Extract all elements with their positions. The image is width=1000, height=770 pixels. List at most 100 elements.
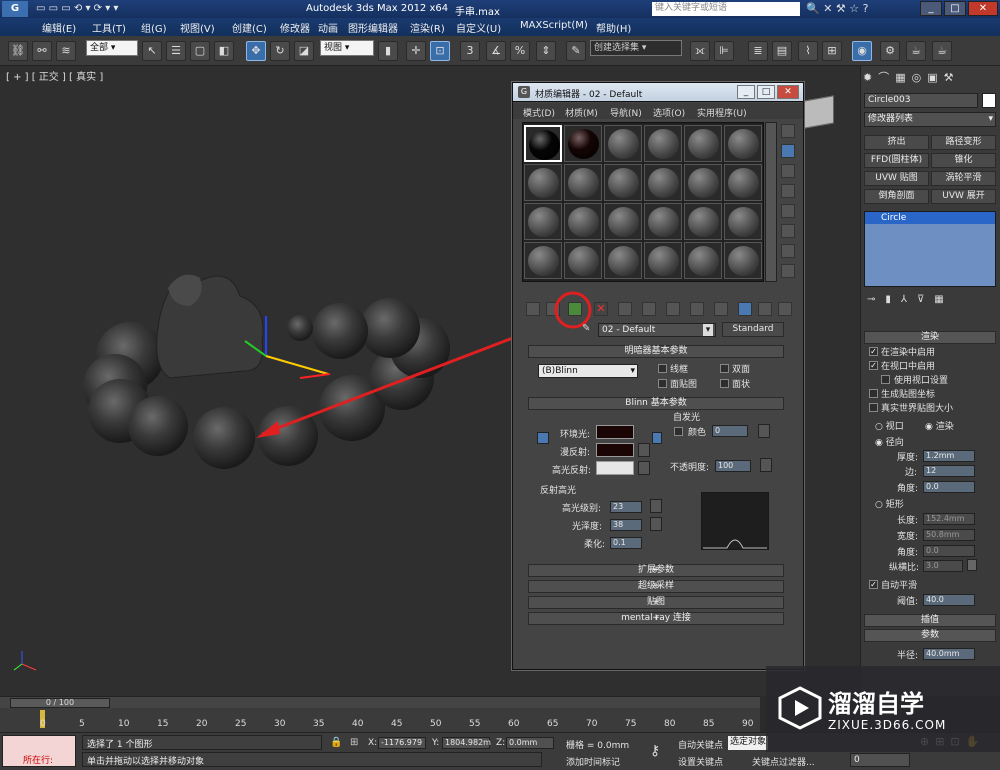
- sample-slot-16[interactable]: [644, 203, 682, 240]
- percent-snap-icon[interactable]: %: [510, 41, 530, 61]
- material-type-button[interactable]: Standard: [722, 322, 784, 337]
- mirror-icon[interactable]: ⟗: [690, 41, 710, 61]
- schematic-view-icon[interactable]: ⊞: [822, 41, 842, 61]
- key-icon[interactable]: ⚷: [650, 743, 660, 759]
- sample-slot-1[interactable]: [524, 125, 562, 162]
- lock-selection-icon[interactable]: 🔒: [330, 737, 342, 748]
- viewcube-icon[interactable]: [804, 95, 834, 129]
- add-time-tag-label[interactable]: 添加时间标记: [566, 755, 620, 768]
- two-sided-checkbox[interactable]: [720, 364, 729, 373]
- sample-slot-2[interactable]: [564, 125, 602, 162]
- app-logo-icon[interactable]: G: [2, 1, 28, 17]
- menu-help[interactable]: 帮助(H): [596, 20, 631, 35]
- sample-slot-15[interactable]: [604, 203, 642, 240]
- radius-spinner[interactable]: 40.0mm: [923, 648, 975, 660]
- rollout-supersampling[interactable]: + 超级采样: [528, 580, 784, 593]
- spec-level-map-button[interactable]: [650, 499, 662, 513]
- command-panel-tabs[interactable]: ✹⌒▦◎▣⚒: [863, 69, 997, 87]
- put-to-library-icon[interactable]: [642, 302, 656, 316]
- menu-modifiers[interactable]: 修改器: [280, 20, 310, 35]
- time-slider-thumb[interactable]: 0 / 100: [10, 698, 110, 708]
- rollout-extended-params[interactable]: + 扩展参数: [528, 564, 784, 577]
- ambient-swatch[interactable]: [596, 425, 634, 439]
- soften-spinner[interactable]: 0.1: [610, 537, 642, 549]
- sample-slot-22[interactable]: [644, 242, 682, 279]
- x-coord-field[interactable]: -1176.979: [378, 737, 426, 749]
- pivot-icon[interactable]: ▮: [378, 41, 398, 61]
- go-sibling-icon[interactable]: [758, 302, 772, 316]
- modifier-ffd-button[interactable]: FFD(圆柱体): [864, 153, 929, 168]
- go-forward-icon[interactable]: [778, 302, 792, 316]
- rotate-icon[interactable]: ↻: [270, 41, 290, 61]
- material-editor-icon[interactable]: ◉: [852, 41, 872, 61]
- modifier-extrude-button[interactable]: 挤出: [864, 135, 929, 150]
- real-world-mapping-checkbox[interactable]: [869, 403, 878, 412]
- spec-level-spinner[interactable]: 23: [610, 501, 642, 513]
- angle-spinner[interactable]: 0.0: [923, 481, 975, 493]
- sample-slot-17[interactable]: [684, 203, 722, 240]
- eyedropper-icon[interactable]: ✎: [582, 323, 594, 335]
- bind-space-warp-icon[interactable]: ≋: [56, 41, 76, 61]
- thickness-spinner[interactable]: 1.2mm: [923, 450, 975, 462]
- link-icon[interactable]: ⛓: [8, 41, 28, 61]
- sample-slot-9[interactable]: [604, 164, 642, 201]
- menu-edit[interactable]: 编辑(E): [42, 20, 76, 35]
- scale-icon[interactable]: ◪: [294, 41, 314, 61]
- graphite-icon[interactable]: ▤: [772, 41, 792, 61]
- specular-map-button[interactable]: [638, 461, 650, 475]
- sample-slot-19[interactable]: [524, 242, 562, 279]
- width-spinner[interactable]: 50.8mm: [923, 529, 975, 541]
- key-mode-dropdown[interactable]: 选定对象: [728, 736, 768, 750]
- make-unique-icon[interactable]: [618, 302, 632, 316]
- close-button[interactable]: ✕: [968, 1, 998, 16]
- minimize-button[interactable]: _: [920, 1, 942, 16]
- sample-slot-14[interactable]: [564, 203, 602, 240]
- select-object-icon[interactable]: ↖: [142, 41, 162, 61]
- key-filters-button[interactable]: 关键点过滤器...: [752, 755, 815, 768]
- modifier-taper-button[interactable]: 锥化: [931, 153, 996, 168]
- sides-spinner[interactable]: 12: [923, 465, 975, 477]
- window-crossing-icon[interactable]: ◧: [214, 41, 234, 61]
- menu-rendering[interactable]: 渲染(R): [410, 20, 445, 35]
- rollout-maps[interactable]: + 贴图: [528, 596, 784, 609]
- menu-views[interactable]: 视图(V): [180, 20, 215, 35]
- quick-access-icons[interactable]: ▭ ▭ ▭ ⟲ ▾ ⟳ ▾ ▾: [36, 3, 118, 14]
- modifier-uvwmap-button[interactable]: UVW 贴图: [864, 171, 929, 186]
- rectangular-radio[interactable]: ○ 矩形: [875, 497, 904, 510]
- y-coord-field[interactable]: 1804.982m: [442, 737, 491, 749]
- rollout-interpolation-header[interactable]: 插值: [864, 614, 996, 627]
- layer-manager-icon[interactable]: ≣: [748, 41, 768, 61]
- menu-group[interactable]: 组(G): [141, 20, 167, 35]
- diffuse-map-button[interactable]: [638, 443, 650, 457]
- sample-slot-24[interactable]: [724, 242, 762, 279]
- render-production-icon[interactable]: ☕: [932, 41, 952, 61]
- set-key-label[interactable]: 设置关键点: [678, 755, 723, 768]
- rendered-frame-icon[interactable]: ☕: [906, 41, 926, 61]
- sample-slot-23[interactable]: [684, 242, 722, 279]
- align-icon[interactable]: ⊫: [714, 41, 734, 61]
- radial-radio[interactable]: ◉ 径向: [875, 435, 904, 448]
- modifier-list-dropdown[interactable]: 修改器列表 ▾: [864, 112, 996, 127]
- sample-slot-12[interactable]: [724, 164, 762, 201]
- lock-aspect-icon[interactable]: [967, 559, 977, 571]
- sample-slot-4[interactable]: [644, 125, 682, 162]
- rect-selection-icon[interactable]: ▢: [190, 41, 210, 61]
- auto-smooth-checkbox[interactable]: ✓: [869, 580, 878, 589]
- sample-scrollbar[interactable]: [765, 122, 777, 282]
- material-editor-close[interactable]: ✕: [777, 85, 799, 99]
- sample-slot-20[interactable]: [564, 242, 602, 279]
- spinner-snap-icon[interactable]: ⇕: [536, 41, 556, 61]
- sample-slot-10[interactable]: [644, 164, 682, 201]
- material-name-field[interactable]: 02 - Default ▾: [598, 323, 716, 337]
- faceted-checkbox[interactable]: [720, 379, 729, 388]
- modifier-unwrapuvw-button[interactable]: UVW 展开: [931, 189, 996, 204]
- rollout-shader-basic[interactable]: 明暗器基本参数: [528, 345, 784, 358]
- curve-editor-icon[interactable]: ⌇: [798, 41, 818, 61]
- rollout-mental-ray[interactable]: + mental ray 连接: [528, 612, 784, 625]
- opacity-map-button[interactable]: [760, 458, 772, 472]
- options-icon[interactable]: [781, 244, 795, 258]
- gloss-map-button[interactable]: [650, 517, 662, 531]
- material-id-icon[interactable]: [666, 302, 680, 316]
- uv-tiling-icon[interactable]: [781, 184, 795, 198]
- rollout-blinn-basic[interactable]: Blinn 基本参数: [528, 397, 784, 410]
